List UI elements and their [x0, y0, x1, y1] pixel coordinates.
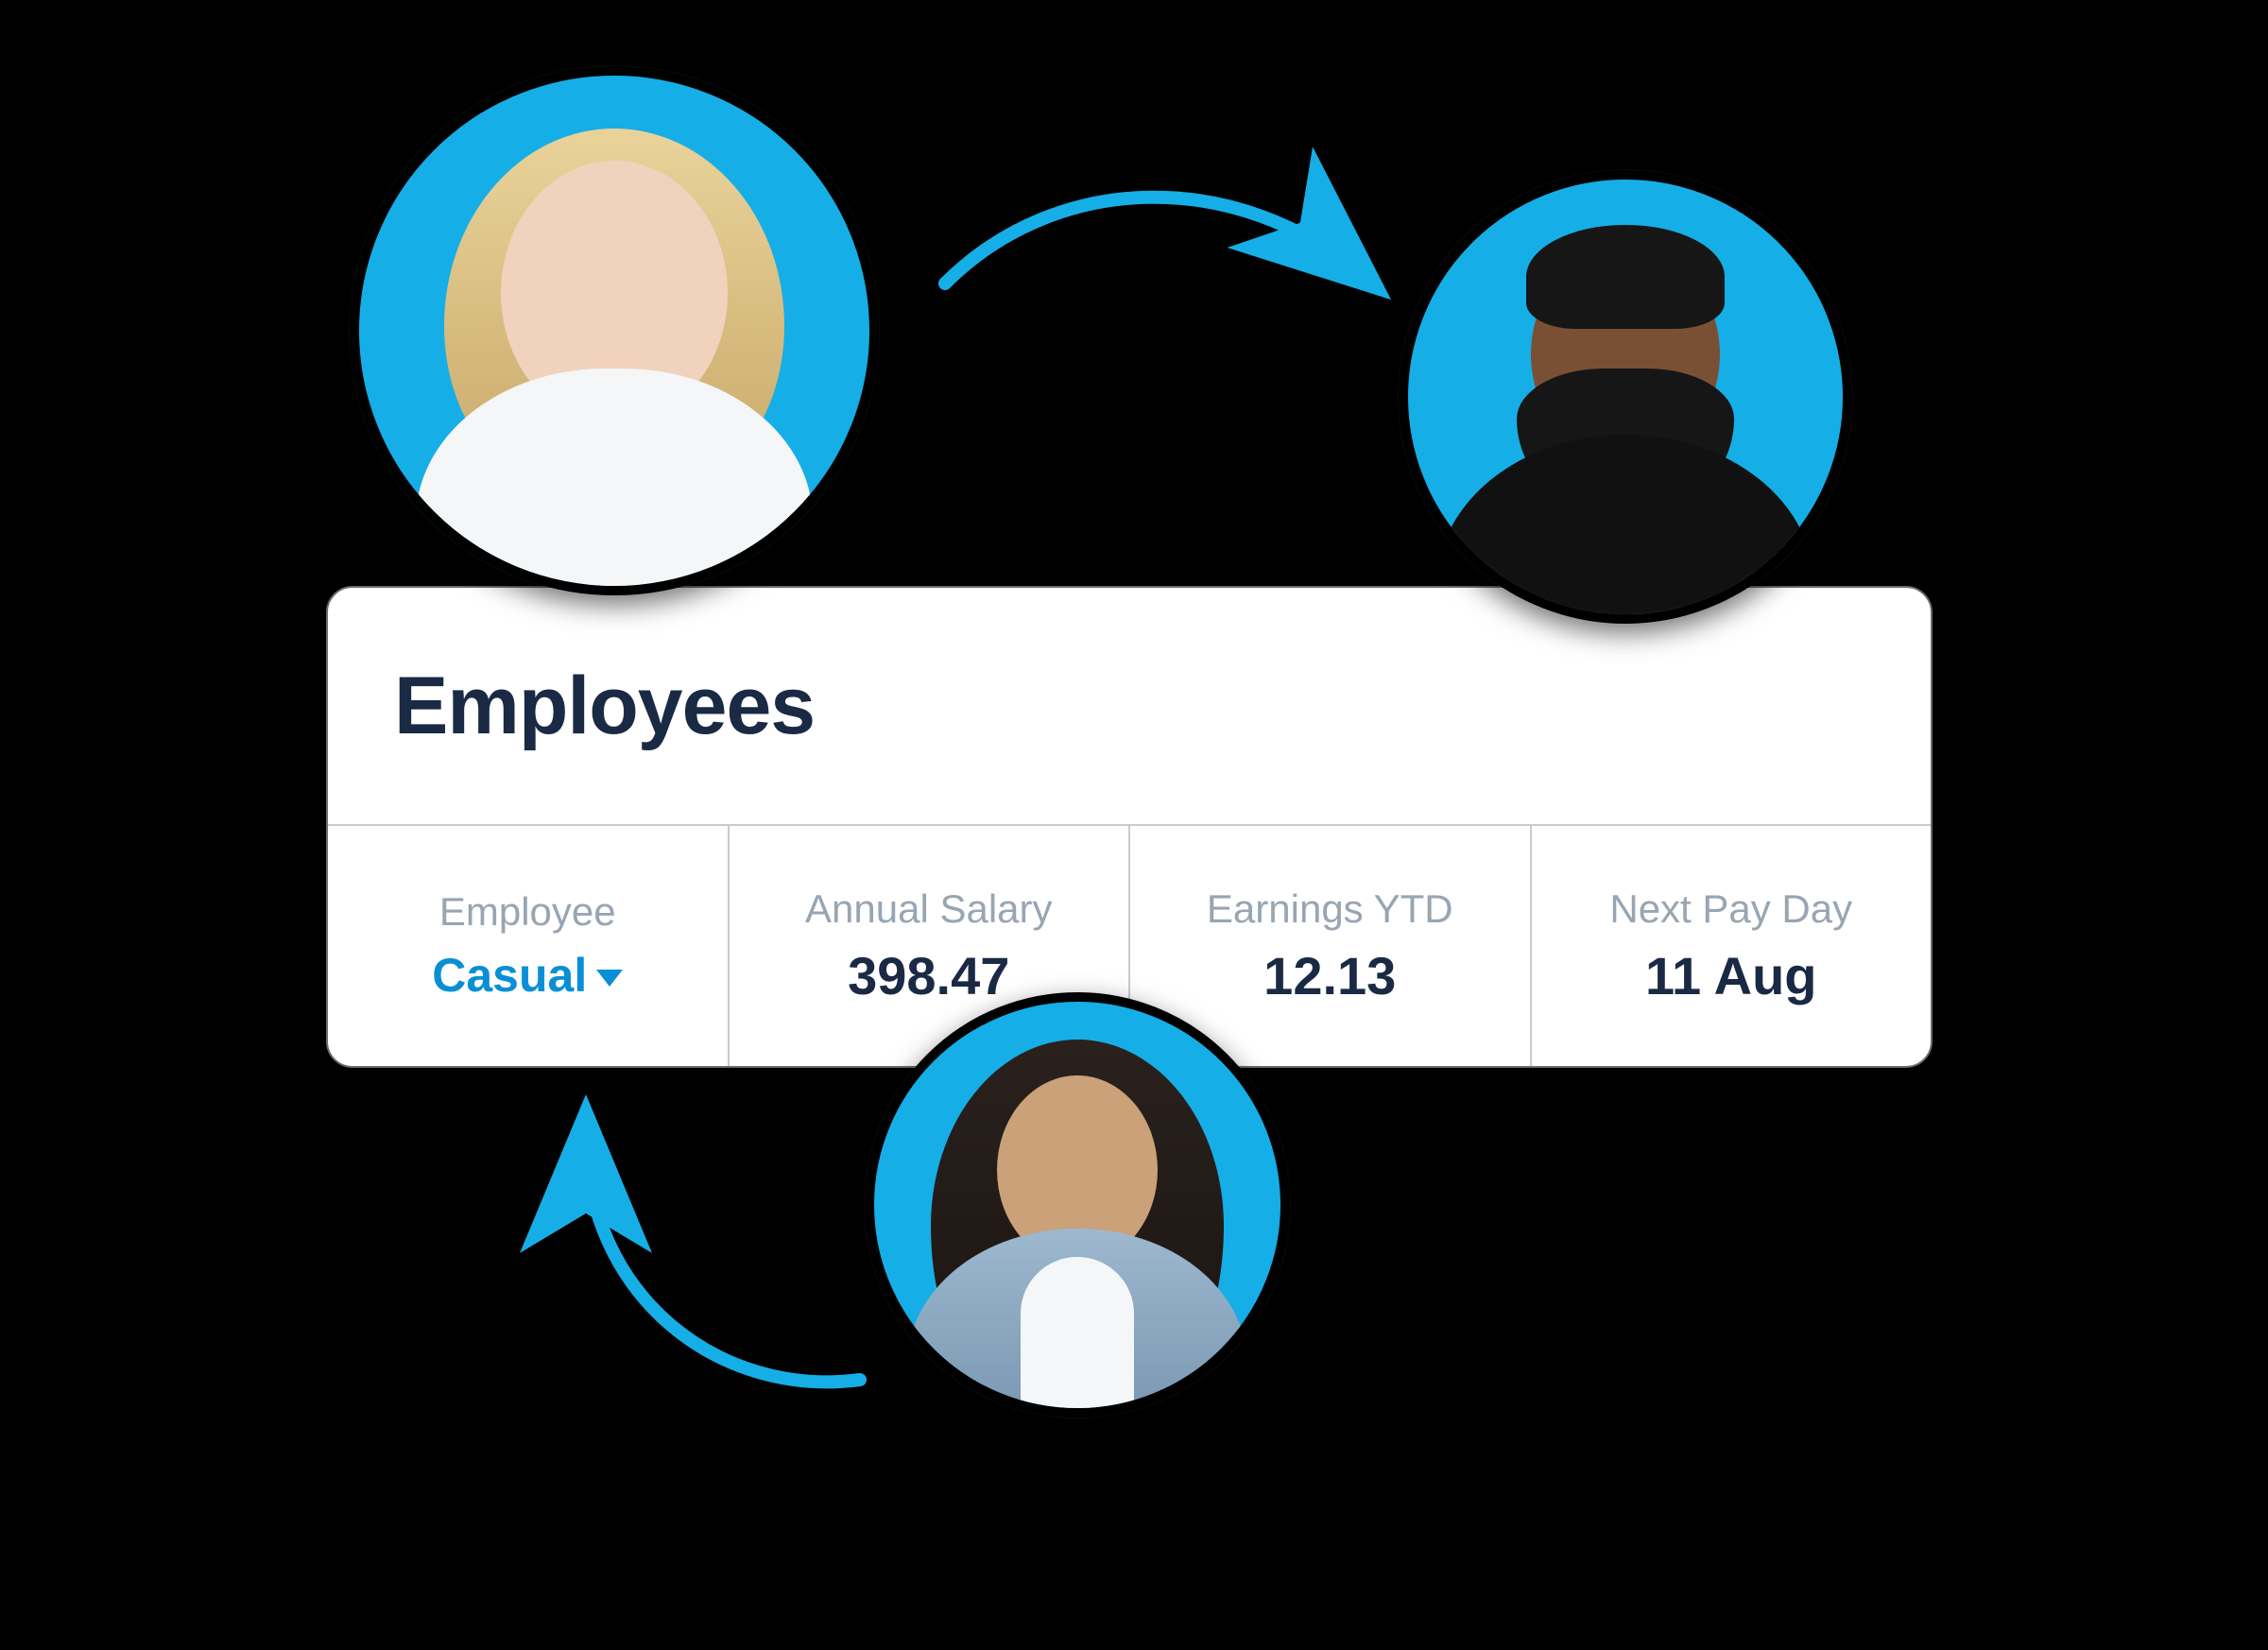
employees-card: Employees Employee Casual Annual Salary … [326, 586, 1933, 1068]
cell-label-annual-salary: Annual Salary [805, 886, 1053, 932]
canvas: Employees Employee Casual Annual Salary … [0, 0, 2268, 1650]
card-title: Employees [394, 660, 815, 753]
employee-avatar-2 [1399, 170, 1852, 624]
card-header: Employees [328, 588, 1931, 826]
cell-value-earnings-ytd: 12.13 [1263, 945, 1396, 1006]
cell-value-annual-salary: 398.47 [848, 945, 1009, 1006]
person-illustration [874, 1002, 1280, 1408]
employee-avatar-1 [350, 66, 879, 595]
cell-label-employee: Employee [439, 889, 616, 935]
employee-type-value: Casual [432, 948, 587, 1003]
cell-label-earnings-ytd: Earnings YTD [1207, 886, 1453, 932]
cell-next-pay-day: Next Pay Day 11 Aug [1532, 826, 1932, 1066]
cell-employee: Employee Casual [328, 826, 730, 1066]
arrow-right-icon [926, 151, 1399, 397]
caret-down-icon [596, 970, 623, 987]
person-illustration [1408, 180, 1843, 614]
employee-type-dropdown[interactable]: Casual [432, 948, 623, 1003]
cell-label-next-pay-day: Next Pay Day [1609, 886, 1852, 932]
person-illustration [359, 76, 869, 586]
cell-value-next-pay-day: 11 Aug [1645, 945, 1817, 1006]
arrow-up-left-icon [520, 1096, 917, 1436]
employee-avatar-3 [865, 992, 1290, 1418]
